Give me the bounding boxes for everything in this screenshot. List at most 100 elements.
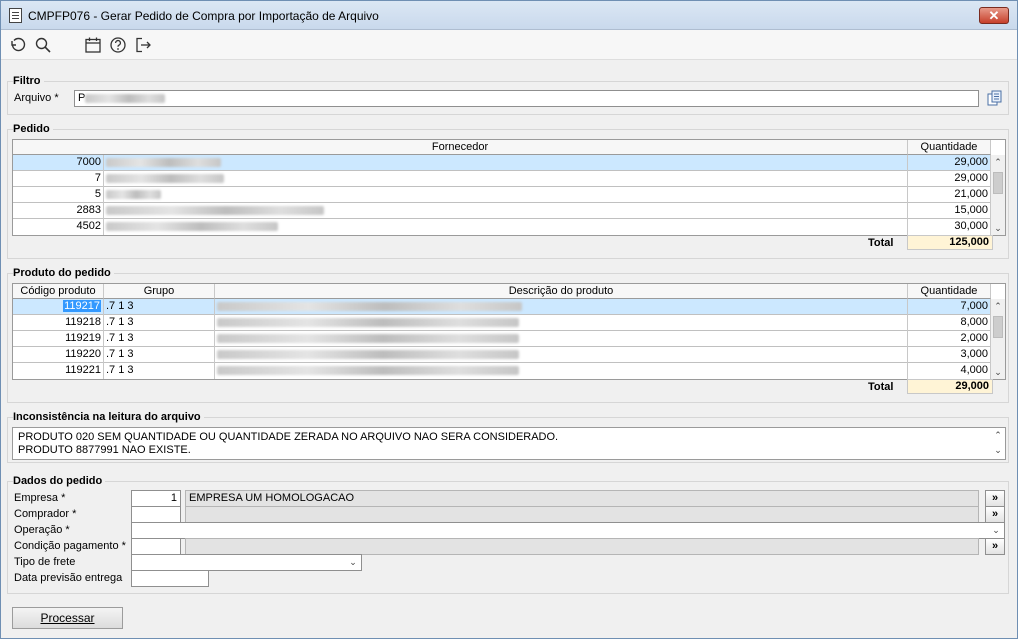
- table-row[interactable]: 119219 .7 1 3 2,000: [13, 331, 993, 347]
- empresa-code-field[interactable]: 1: [131, 490, 181, 507]
- condicao-code-field[interactable]: [131, 538, 181, 555]
- pedido-scrollbar[interactable]: ⌃ ⌄: [991, 155, 1005, 235]
- produto-qty: 2,000: [908, 331, 991, 347]
- fornecedor-code: 5: [13, 187, 104, 203]
- fornecedor-name: [104, 171, 908, 187]
- operacao-select[interactable]: ⌄: [131, 522, 1005, 539]
- produto-descricao: [215, 347, 908, 363]
- pedido-grid: Fornecedor Quantidade 7000 29,000 7 29,0…: [12, 139, 1006, 236]
- comprador-code-field[interactable]: [131, 506, 181, 523]
- fornecedor-name: [104, 155, 908, 171]
- table-row[interactable]: 7 29,000: [13, 171, 993, 187]
- chevron-down-icon: ⌄: [992, 525, 1000, 535]
- col-grupo[interactable]: Grupo: [104, 284, 215, 299]
- help-icon[interactable]: [109, 36, 127, 54]
- col-quantidade[interactable]: Quantidade: [908, 140, 991, 155]
- produto-scrollbar[interactable]: ⌃ ⌄: [991, 299, 1005, 379]
- table-row[interactable]: 119217 .7 1 3 7,000: [13, 299, 993, 315]
- processar-label: Processar: [40, 611, 95, 625]
- comprador-name-field: [185, 506, 979, 523]
- produto-qty: 3,000: [908, 347, 991, 363]
- search-icon[interactable]: [34, 36, 52, 54]
- table-row[interactable]: 4502 30,000: [13, 219, 993, 235]
- toolbar: [1, 30, 1017, 60]
- filtro-legend: Filtro: [13, 75, 44, 87]
- scroll-down-icon[interactable]: ⌄: [991, 221, 1005, 235]
- table-row[interactable]: 5 21,000: [13, 187, 993, 203]
- fornecedor-name: [104, 187, 908, 203]
- produto-code-selected: 119217: [63, 300, 101, 312]
- exit-icon[interactable]: [134, 36, 152, 54]
- arquivo-label: Arquivo *: [14, 92, 59, 104]
- table-row[interactable]: 119220 .7 1 3 3,000: [13, 347, 993, 363]
- col-fornecedor[interactable]: Fornecedor: [13, 140, 908, 155]
- fornecedor-name: [104, 203, 908, 219]
- produto-code: 119219: [13, 331, 104, 347]
- pedido-legend: Pedido: [13, 123, 53, 135]
- inconsistencia-line: PRODUTO 8877991 NAO EXISTE.: [18, 444, 191, 456]
- operacao-label: Operação *: [14, 524, 70, 536]
- scroll-thumb[interactable]: [993, 172, 1003, 194]
- arquivo-value: P: [78, 92, 86, 104]
- condicao-name-field: [185, 538, 979, 555]
- table-row[interactable]: 119218 .7 1 3 8,000: [13, 315, 993, 331]
- arquivo-redacted: [85, 94, 166, 103]
- data-previsao-field[interactable]: [131, 570, 209, 587]
- fornecedor-qty: 29,000: [908, 171, 991, 187]
- produto-descricao: [215, 363, 908, 379]
- produto-legend: Produto do pedido: [13, 267, 114, 279]
- window-title: CMPFP076 - Gerar Pedido de Compra por Im…: [28, 9, 379, 23]
- produto-descricao: [215, 315, 908, 331]
- produto-code: 119221: [13, 363, 104, 379]
- inconsistencia-line: PRODUTO 020 SEM QUANTIDADE OU QUANTIDADE…: [18, 431, 559, 443]
- frete-label: Tipo de frete: [14, 556, 76, 568]
- close-button[interactable]: ✕: [979, 7, 1009, 24]
- undo-icon[interactable]: [8, 36, 26, 54]
- col-quantidade[interactable]: Quantidade: [908, 284, 991, 299]
- produto-grupo: .7 1 3: [104, 363, 215, 379]
- table-row[interactable]: 119221 .7 1 3 4,000: [13, 363, 993, 379]
- col-codigo-produto[interactable]: Código produto: [13, 284, 104, 299]
- empresa-name-field: EMPRESA UM HOMOLOGACAO: [185, 490, 979, 507]
- produto-code: 119217: [13, 299, 104, 315]
- frete-select[interactable]: ⌄: [131, 554, 362, 571]
- calendar-icon[interactable]: [84, 36, 102, 54]
- table-row[interactable]: 2883 15,000: [13, 203, 993, 219]
- pedido-total-label: Total: [868, 237, 894, 249]
- empresa-lookup-button[interactable]: »: [985, 490, 1005, 507]
- fornecedor-qty: 21,000: [908, 187, 991, 203]
- produto-descricao: [215, 299, 908, 315]
- processar-button[interactable]: Processar: [12, 607, 123, 629]
- produto-grid: Código produto Grupo Descrição do produt…: [12, 283, 1006, 380]
- produto-grupo: .7 1 3: [104, 331, 215, 347]
- main-window: CMPFP076 - Gerar Pedido de Compra por Im…: [0, 0, 1018, 639]
- fornecedor-code: 7000: [13, 155, 104, 171]
- condicao-label: Condição pagamento *: [14, 540, 126, 552]
- produto-code: 119220: [13, 347, 104, 363]
- inconsistencia-legend: Inconsistência na leitura do arquivo: [13, 411, 204, 423]
- comprador-lookup-button[interactable]: »: [985, 506, 1005, 523]
- scroll-down-icon[interactable]: ⌄: [991, 365, 1005, 379]
- scroll-up-icon[interactable]: ⌃: [991, 155, 1005, 169]
- produto-qty: 4,000: [908, 363, 991, 379]
- produto-descricao: [215, 331, 908, 347]
- open-file-icon[interactable]: [986, 90, 1004, 107]
- condicao-lookup-button[interactable]: »: [985, 538, 1005, 555]
- chevron-down-icon: ⌄: [349, 557, 357, 567]
- produto-total-label: Total: [868, 381, 894, 393]
- inconsistencia-textarea[interactable]: PRODUTO 020 SEM QUANTIDADE OU QUANTIDADE…: [12, 427, 1006, 460]
- pedido-total-value: 125,000: [907, 235, 993, 250]
- produto-grupo: .7 1 3: [104, 299, 215, 315]
- fornecedor-code: 7: [13, 171, 104, 187]
- fornecedor-qty: 30,000: [908, 219, 991, 235]
- scroll-up-icon[interactable]: ⌃: [991, 299, 1005, 313]
- produto-code: 119218: [13, 315, 104, 331]
- scroll-thumb[interactable]: [993, 316, 1003, 338]
- col-descricao[interactable]: Descrição do produto: [215, 284, 908, 299]
- fornecedor-code: 4502: [13, 219, 104, 235]
- table-row[interactable]: 7000 29,000: [13, 155, 993, 171]
- arquivo-field[interactable]: P: [74, 90, 979, 107]
- scroll-up-icon[interactable]: ⌃: [991, 429, 1005, 441]
- scroll-down-icon[interactable]: ⌄: [991, 444, 1005, 456]
- comprador-label: Comprador *: [14, 508, 77, 520]
